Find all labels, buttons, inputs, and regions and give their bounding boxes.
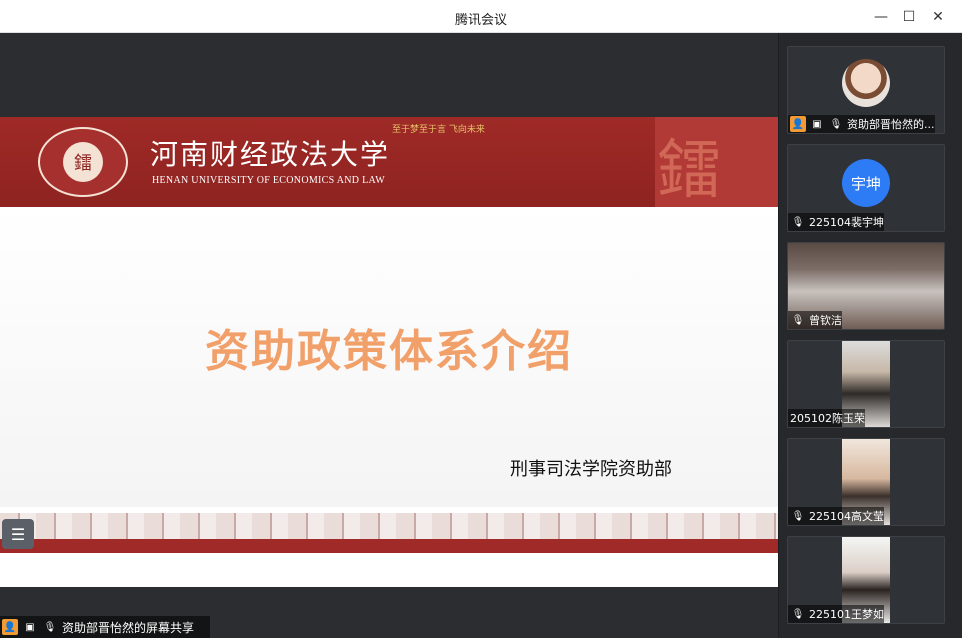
title-bar: 腾讯会议 — ☐ ✕ [0, 0, 962, 33]
microphone-icon: 🎙 [829, 118, 843, 130]
presentation-slide: 鐳 河南财经政法大学 HENAN UNIVERSITY OF ECONOMICS… [0, 117, 778, 587]
university-name-en: HENAN UNIVERSITY OF ECONOMICS AND LAW [152, 175, 385, 186]
seal-character: 鐳 [63, 142, 103, 182]
university-seal-icon: 鐳 [38, 127, 128, 197]
slide-subtitle: 刑事司法学院资助部 [510, 459, 672, 480]
screen-share-label: 资助部晋怡然的屏幕共享 [62, 620, 195, 635]
participant-name-bar: 🎙 225104裴宇坤 [788, 213, 884, 231]
participant-name: 资助部晋怡然的... [847, 118, 935, 131]
participant-tile[interactable]: 205102陈玉荣 [787, 340, 945, 428]
participant-name: 225101王梦如 [809, 608, 884, 621]
university-name-cn: 河南财经政法大学 [150, 138, 391, 171]
participant-name-bar: 🎙 225101王梦如 [788, 605, 884, 623]
participant-tile[interactable]: 宇坤 🎙 225104裴宇坤 [787, 144, 945, 232]
participant-name: 205102陈玉荣 [790, 412, 865, 425]
participant-tile[interactable]: 🎙 225101王梦如 [787, 536, 945, 624]
banner-decoration: 鐳 [655, 117, 778, 207]
slide-title: 资助政策体系介绍 [205, 326, 573, 377]
screen-share-indicator: 👤 ▣ 🎙 资助部晋怡然的屏幕共享 [0, 616, 210, 638]
avatar: 宇坤 [842, 159, 890, 207]
minimize-button[interactable]: — [870, 6, 892, 28]
person-icon: 👤 [790, 116, 806, 132]
participant-name: 225104裴宇坤 [809, 216, 884, 229]
screen-share-icon: ▣ [812, 118, 822, 130]
university-motto: 至于梦至于言 飞向未来 [392, 125, 485, 135]
microphone-icon: 🎙 [43, 621, 57, 633]
participant-name-bar: 👤 ▣ 🎙 资助部晋怡然的... [788, 115, 935, 133]
window-title: 腾讯会议 [454, 13, 507, 28]
participant-list[interactable]: 👤 ▣ 🎙 资助部晋怡然的... 宇坤 🎙 225104裴宇坤 🎙 曾钦洁 20… [779, 33, 962, 638]
participant-name-bar: 🎙 曾钦洁 [788, 311, 842, 329]
bottom-red-band [0, 539, 778, 553]
list-icon[interactable]: ☰ [2, 519, 34, 549]
decoration-glyph: 鐳 [657, 134, 721, 207]
participant-name: 225104高文莹 [809, 510, 884, 523]
participant-tile[interactable]: 👤 ▣ 🎙 资助部晋怡然的... [787, 46, 945, 134]
avatar [842, 59, 890, 107]
microphone-muted-icon: 🎙 [791, 216, 805, 228]
shared-screen-area[interactable]: 鐳 河南财经政法大学 HENAN UNIVERSITY OF ECONOMICS… [0, 33, 778, 638]
decorative-pattern-band [0, 513, 778, 539]
participant-name-bar: 🎙 225104高文莹 [788, 507, 884, 525]
screen-share-icon: ▣ [25, 621, 35, 633]
microphone-muted-icon: 🎙 [791, 608, 805, 620]
participant-tile[interactable]: 🎙 225104高文莹 [787, 438, 945, 526]
close-button[interactable]: ✕ [927, 6, 949, 28]
microphone-muted-icon: 🎙 [791, 510, 805, 522]
university-banner: 鐳 河南财经政法大学 HENAN UNIVERSITY OF ECONOMICS… [0, 117, 778, 207]
participant-name-bar: 205102陈玉荣 [788, 409, 865, 427]
maximize-button[interactable]: ☐ [898, 6, 920, 28]
microphone-muted-icon: 🎙 [791, 314, 805, 326]
participant-name: 曾钦洁 [809, 314, 842, 327]
participant-tile[interactable]: 🎙 曾钦洁 [787, 242, 945, 330]
person-icon: 👤 [2, 619, 18, 635]
